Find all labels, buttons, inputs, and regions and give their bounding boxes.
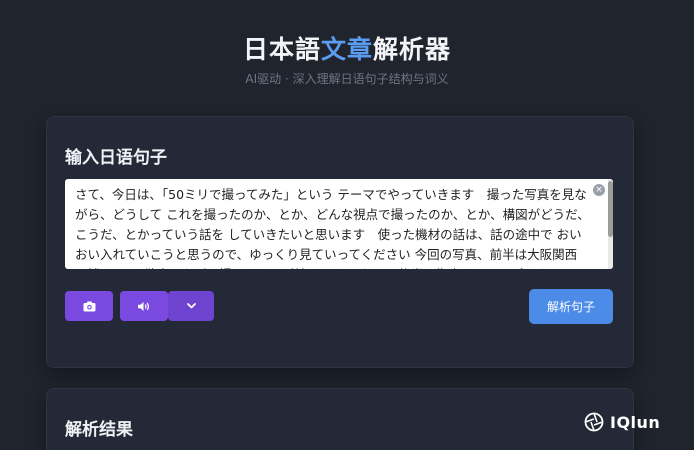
title-post: 解析器 bbox=[373, 35, 452, 64]
camera-button[interactable] bbox=[65, 291, 113, 321]
app-root: 日本語文章解析器 AI驱动 · 深入理解日语句子结构与词义 输入日语句子 さて、… bbox=[0, 0, 694, 450]
result-card-title: 解析结果 bbox=[65, 420, 133, 440]
page-title: 日本語文章解析器 bbox=[0, 30, 694, 66]
shutter-logo-icon bbox=[584, 412, 604, 432]
watermark-text: IQlun bbox=[610, 412, 661, 432]
options-dropdown-button[interactable] bbox=[168, 291, 214, 321]
title-accent: 文章 bbox=[320, 35, 373, 64]
textbox-scrollbar[interactable] bbox=[608, 179, 613, 269]
chevron-down-icon bbox=[186, 303, 196, 309]
input-card: 输入日语句子 さて、今日は、「50ミリで撮ってみた」という テーマでやっていきま… bbox=[46, 116, 634, 368]
sentence-input-text[interactable]: さて、今日は、「50ミリで撮ってみた」という テーマでやっていきます 撮った写真… bbox=[65, 179, 613, 269]
camera-icon bbox=[83, 301, 95, 311]
close-circle-icon[interactable]: × bbox=[593, 184, 605, 196]
analyze-button[interactable]: 解析句子 bbox=[529, 289, 613, 324]
title-pre: 日本語 bbox=[242, 35, 321, 64]
speak-button[interactable] bbox=[120, 291, 168, 321]
scrollbar-thumb[interactable] bbox=[608, 181, 613, 237]
watermark: IQlun bbox=[584, 412, 660, 432]
input-card-title: 输入日语句子 bbox=[65, 148, 167, 168]
sentence-input[interactable]: さて、今日は、「50ミリで撮ってみた」という テーマでやっていきます 撮った写真… bbox=[65, 179, 613, 269]
speaker-icon bbox=[138, 301, 149, 311]
result-card: 解析结果 bbox=[46, 388, 634, 450]
page-subtitle: AI驱动 · 深入理解日语句子结构与词义 bbox=[245, 72, 449, 86]
